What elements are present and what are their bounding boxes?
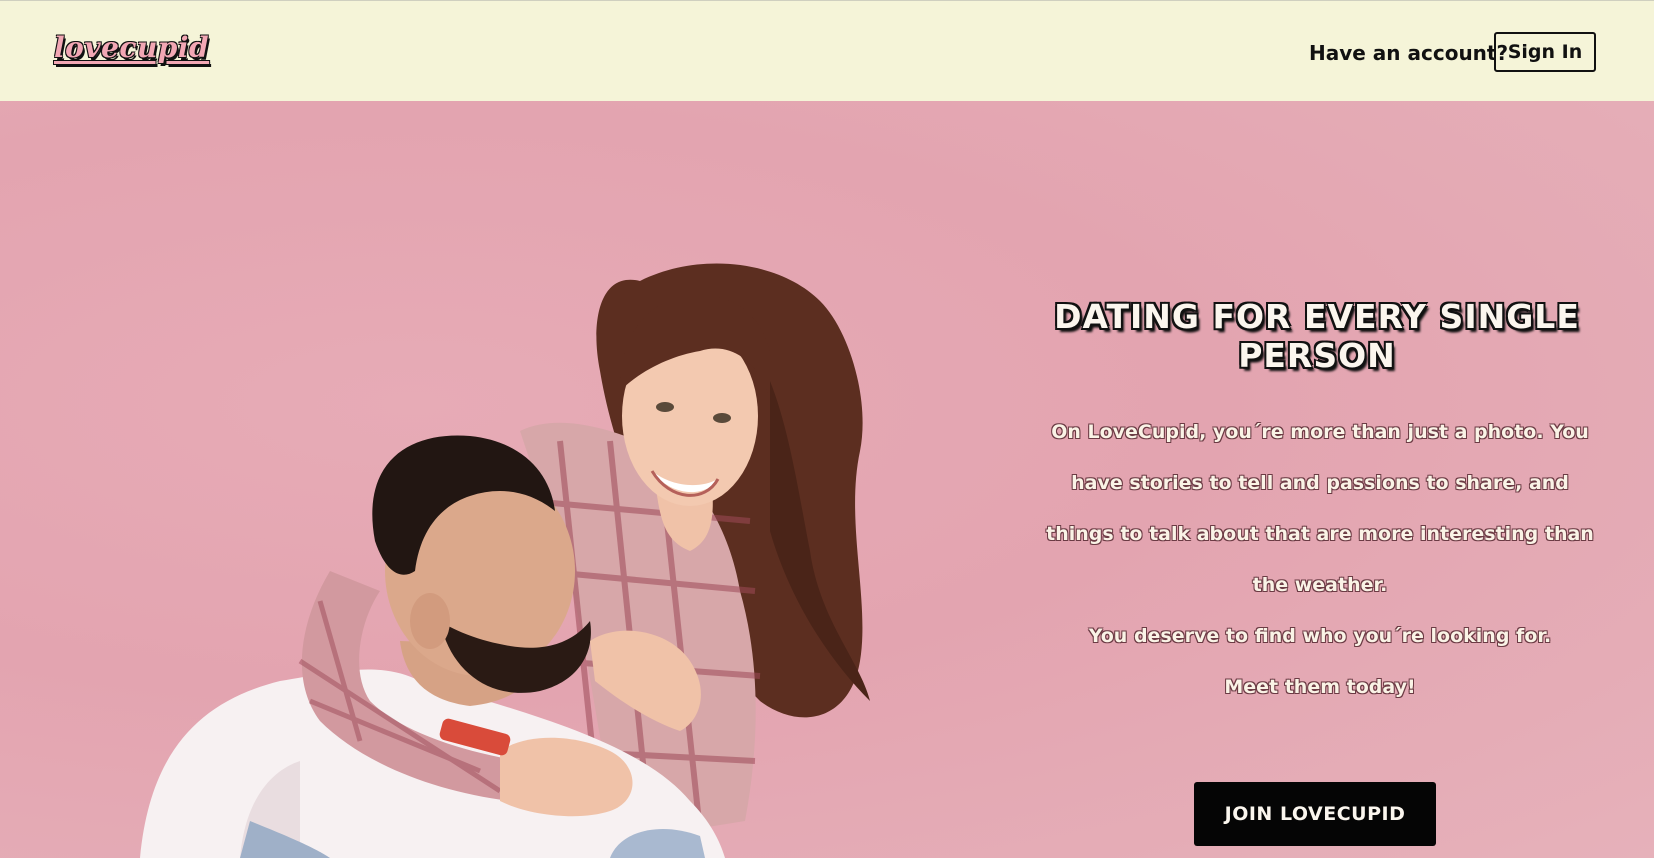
hero-paragraph-meet: Meet them today! <box>1224 676 1416 698</box>
hero-paragraph-intro: On LoveCupid, you´re more than just a ph… <box>1046 421 1594 596</box>
join-lovecupid-button[interactable]: JOIN LOVECUPID <box>1194 782 1436 846</box>
have-account-text: Have an account? <box>1309 41 1509 65</box>
hero-description: On LoveCupid, you´re more than just a ph… <box>1040 407 1600 713</box>
couple-photo <box>140 263 870 858</box>
hero-headline: DATING FOR EVERY SINGLE PERSON <box>1054 297 1580 375</box>
lovecupid-logo[interactable]: lovecupid <box>54 31 209 64</box>
sign-in-button[interactable]: Sign In <box>1494 32 1596 72</box>
hero-section: DATING FOR EVERY SINGLE PERSON On LoveCu… <box>0 101 1654 858</box>
hero-paragraph-deserve: You deserve to find who you´re looking f… <box>1088 625 1552 647</box>
top-navbar: lovecupid Have an account? Sign In <box>0 0 1654 101</box>
